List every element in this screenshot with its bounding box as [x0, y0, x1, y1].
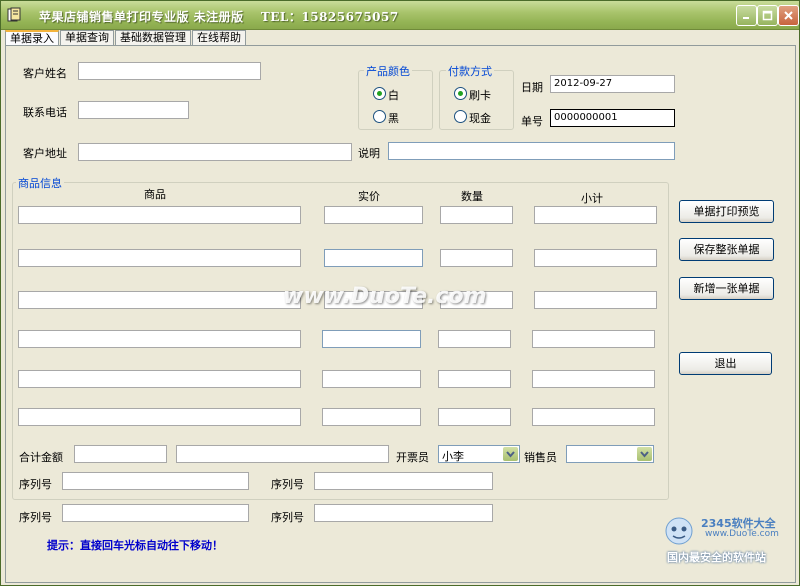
chevron-down-icon	[503, 447, 518, 461]
goods-header-subtotal: 小计	[581, 192, 603, 205]
print-preview-button[interactable]: 单据打印预览	[679, 200, 774, 223]
address-label: 客户地址	[23, 147, 67, 160]
color-black-label: 黑	[388, 112, 399, 125]
app-window: 苹果店铺销售单打印专业版 未注册版 TEL：15825675057 单据录入 单…	[0, 0, 800, 586]
payment-cash-label: 现金	[469, 112, 491, 125]
serial-label: 序列号	[19, 511, 52, 524]
goods-product-input[interactable]	[18, 330, 301, 348]
customer-name-label: 客户姓名	[23, 67, 67, 80]
goods-price-input[interactable]	[322, 408, 421, 426]
payment-card-label: 刷卡	[469, 89, 491, 102]
close-icon	[784, 11, 793, 20]
payment-card-radio[interactable]	[454, 87, 467, 100]
site-2345-slogan: 国内最安全的软件站	[667, 551, 766, 564]
goods-subtotal-input[interactable]	[532, 330, 655, 348]
color-black-radio[interactable]	[373, 110, 386, 123]
goods-subtotal-input[interactable]	[532, 408, 655, 426]
goods-product-input[interactable]	[18, 408, 301, 426]
entry-panel: 客户姓名 联系电话 客户地址 说明 产品颜色 白 黑 付款方式 刷卡 现金 日期…	[5, 45, 796, 583]
date-input[interactable]: 2012-09-27	[550, 75, 675, 93]
tab-online-help[interactable]: 在线帮助	[192, 30, 246, 45]
close-button[interactable]	[778, 5, 799, 26]
goods-qty-input[interactable]	[438, 330, 511, 348]
goods-qty-input[interactable]	[438, 370, 511, 388]
goods-product-input[interactable]	[18, 291, 301, 309]
number-label: 单号	[521, 115, 543, 128]
tab-base-data[interactable]: 基础数据管理	[115, 30, 191, 45]
new-button[interactable]: 新增一张单据	[679, 277, 774, 300]
goods-subtotal-input[interactable]	[534, 291, 657, 309]
goods-group-title: 商品信息	[16, 175, 64, 191]
goods-subtotal-input[interactable]	[534, 206, 657, 224]
goods-subtotal-input[interactable]	[532, 370, 655, 388]
issuer-value: 小李	[442, 450, 464, 463]
window-title: 苹果店铺销售单打印专业版 未注册版 TEL：15825675057	[39, 10, 399, 24]
goods-qty-input[interactable]	[440, 249, 513, 267]
goods-price-input[interactable]	[322, 330, 421, 348]
goods-header-qty: 数量	[461, 190, 483, 203]
goods-subtotal-input[interactable]	[534, 249, 657, 267]
serial-label: 序列号	[19, 478, 52, 491]
tab-query[interactable]: 单据查询	[60, 30, 114, 45]
serial-label: 序列号	[271, 478, 304, 491]
issuer-select[interactable]: 小李	[438, 445, 520, 463]
date-label: 日期	[521, 81, 543, 94]
exit-button[interactable]: 退出	[679, 352, 772, 375]
phone-label: 联系电话	[23, 106, 67, 119]
phone-input[interactable]	[78, 101, 189, 119]
serial-input[interactable]	[314, 504, 493, 522]
payment-group-title: 付款方式	[446, 63, 494, 79]
goods-qty-input[interactable]	[438, 408, 511, 426]
serial-input[interactable]	[62, 504, 249, 522]
serial-input[interactable]	[314, 472, 493, 490]
maximize-icon	[762, 10, 773, 21]
save-button[interactable]: 保存整张单据	[679, 238, 774, 261]
duote-watermark: www.DuoTe.com	[283, 284, 487, 309]
site-2345-url: www.DuoTe.com	[705, 529, 779, 539]
goods-product-input[interactable]	[18, 249, 301, 267]
color-white-radio[interactable]	[373, 87, 386, 100]
color-group-title: 产品颜色	[364, 63, 412, 79]
maximize-button[interactable]	[757, 5, 778, 26]
minimize-button[interactable]	[736, 5, 757, 26]
total-label: 合计金额	[19, 451, 63, 464]
goods-qty-input[interactable]	[440, 206, 513, 224]
minimize-icon	[743, 17, 749, 19]
goods-price-input[interactable]	[324, 206, 423, 224]
site-2345-logo: 2345软件大全 www.DuoTe.com 国内最安全的软件站	[661, 509, 800, 586]
serial-label: 序列号	[271, 511, 304, 524]
app-icon	[7, 7, 23, 23]
hint-text: 提示：直接回车光标自动往下移动！	[47, 539, 223, 552]
goods-header-product: 商品	[144, 188, 166, 201]
tab-entry[interactable]: 单据录入	[5, 30, 59, 46]
total-amount-words-input[interactable]	[176, 445, 389, 463]
seller-label: 销售员	[524, 451, 557, 464]
chevron-down-icon	[637, 447, 652, 461]
title-bar: 苹果店铺销售单打印专业版 未注册版 TEL：15825675057	[1, 1, 799, 30]
note-label: 说明	[358, 147, 380, 160]
address-input[interactable]	[78, 143, 352, 161]
goods-header-price: 实价	[358, 190, 380, 203]
mascot-icon	[665, 517, 693, 545]
seller-select[interactable]	[566, 445, 654, 463]
tab-strip: 单据录入 单据查询 基础数据管理 在线帮助	[5, 30, 247, 46]
issuer-label: 开票员	[396, 451, 429, 464]
goods-product-input[interactable]	[18, 206, 301, 224]
goods-price-input[interactable]	[322, 370, 421, 388]
note-input[interactable]	[388, 142, 675, 160]
goods-price-input[interactable]	[324, 249, 423, 267]
payment-cash-radio[interactable]	[454, 110, 467, 123]
color-white-label: 白	[388, 89, 399, 102]
goods-product-input[interactable]	[18, 370, 301, 388]
total-amount-input[interactable]	[74, 445, 167, 463]
number-input[interactable]: 0000000001	[550, 109, 675, 127]
serial-input[interactable]	[62, 472, 249, 490]
customer-name-input[interactable]	[78, 62, 261, 80]
